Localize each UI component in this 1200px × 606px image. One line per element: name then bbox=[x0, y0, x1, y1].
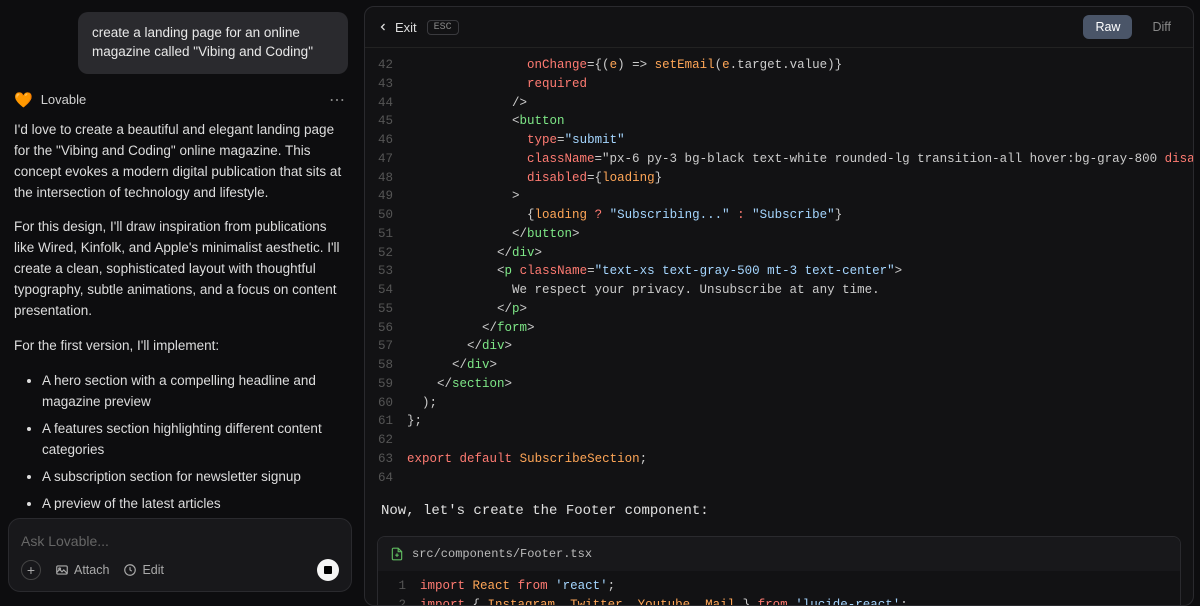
assistant-header: 🧡 Lovable ⋯ bbox=[8, 86, 352, 120]
code-line: 57 </div> bbox=[365, 337, 1193, 356]
esc-badge: ESC bbox=[427, 20, 459, 35]
code-line: 42 onChange={(e) => setEmail(e.target.va… bbox=[365, 56, 1193, 75]
assistant-name-label: Lovable bbox=[41, 92, 87, 107]
edit-icon bbox=[123, 563, 137, 577]
code-line: 53 <p className="text-xs text-gray-500 m… bbox=[365, 262, 1193, 281]
code-viewer[interactable]: 42 onChange={(e) => setEmail(e.target.va… bbox=[365, 48, 1193, 605]
list-item: A hero section with a compelling headlin… bbox=[42, 371, 346, 413]
editor-header: Exit ESC Raw Diff bbox=[365, 7, 1193, 48]
exit-label: Exit bbox=[395, 20, 417, 35]
file-block: src/components/Footer.tsx 1import React … bbox=[377, 536, 1181, 605]
exit-button[interactable]: Exit bbox=[377, 20, 417, 35]
interstitial-text: Now, let's create the Footer component: bbox=[365, 487, 1193, 536]
chevron-left-icon bbox=[377, 21, 389, 33]
code-line: 1import React from 'react'; bbox=[378, 577, 1180, 596]
code-line: 48 disabled={loading} bbox=[365, 169, 1193, 188]
attach-label: Attach bbox=[74, 563, 109, 577]
heart-icon: 🧡 bbox=[14, 91, 33, 109]
file-add-icon bbox=[390, 547, 404, 561]
code-line: 43 required bbox=[365, 75, 1193, 94]
assistant-bullet-list: A hero section with a compelling headlin… bbox=[14, 371, 346, 510]
add-button[interactable]: + bbox=[21, 560, 41, 580]
chat-input-area: + Attach Edit bbox=[8, 518, 352, 592]
code-line: 62 bbox=[365, 431, 1193, 450]
code-line: 47 className="px-6 py-3 bg-black text-wh… bbox=[365, 150, 1193, 169]
assistant-para: For this design, I'll draw inspiration f… bbox=[14, 217, 346, 322]
code-line: 44 /> bbox=[365, 94, 1193, 113]
attach-icon bbox=[55, 563, 69, 577]
assistant-para: I'd love to create a beautiful and elega… bbox=[14, 120, 346, 204]
assistant-response: I'd love to create a beautiful and elega… bbox=[8, 120, 352, 510]
file-header: src/components/Footer.tsx bbox=[378, 537, 1180, 571]
code-line: 61}; bbox=[365, 412, 1193, 431]
code-line: 55 </p> bbox=[365, 300, 1193, 319]
raw-tab[interactable]: Raw bbox=[1083, 15, 1132, 39]
user-prompt: create a landing page for an online maga… bbox=[78, 12, 348, 74]
list-item: A subscription section for newsletter si… bbox=[42, 467, 346, 488]
edit-label: Edit bbox=[142, 563, 164, 577]
file-path: src/components/Footer.tsx bbox=[412, 545, 592, 563]
more-menu-icon[interactable]: ⋯ bbox=[329, 90, 346, 110]
code-line: 49 > bbox=[365, 187, 1193, 206]
code-line: 59 </section> bbox=[365, 375, 1193, 394]
code-line: 52 </div> bbox=[365, 244, 1193, 263]
code-line: 64 bbox=[365, 469, 1193, 488]
code-line: 63export default SubscribeSection; bbox=[365, 450, 1193, 469]
code-line: 56 </form> bbox=[365, 319, 1193, 338]
list-item: A features section highlighting differen… bbox=[42, 419, 346, 461]
code-line: 60 ); bbox=[365, 394, 1193, 413]
code-line: 46 type="submit" bbox=[365, 131, 1193, 150]
code-line: 54 We respect your privacy. Unsubscribe … bbox=[365, 281, 1193, 300]
code-line: 51 </button> bbox=[365, 225, 1193, 244]
code-line: 2import { Instagram, Twitter, Youtube, M… bbox=[378, 596, 1180, 605]
edit-button[interactable]: Edit bbox=[123, 563, 164, 577]
code-line: 50 {loading ? "Subscribing..." : "Subscr… bbox=[365, 206, 1193, 225]
code-line: 58 </div> bbox=[365, 356, 1193, 375]
list-item: A preview of the latest articles bbox=[42, 494, 346, 510]
code-line: 45 <button bbox=[365, 112, 1193, 131]
stop-button[interactable] bbox=[317, 559, 339, 581]
diff-tab[interactable]: Diff bbox=[1142, 15, 1181, 39]
chat-input[interactable] bbox=[21, 529, 339, 559]
attach-button[interactable]: Attach bbox=[55, 563, 109, 577]
assistant-para: For the first version, I'll implement: bbox=[14, 336, 346, 357]
